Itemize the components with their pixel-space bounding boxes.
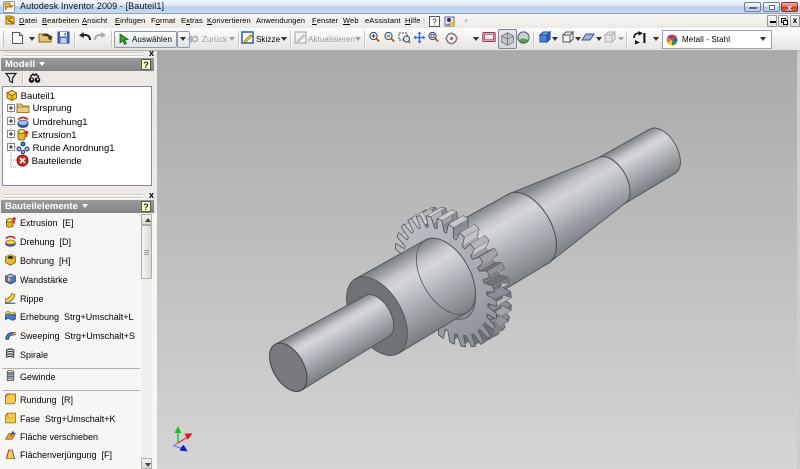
svg-text:?: ? [432,18,437,27]
